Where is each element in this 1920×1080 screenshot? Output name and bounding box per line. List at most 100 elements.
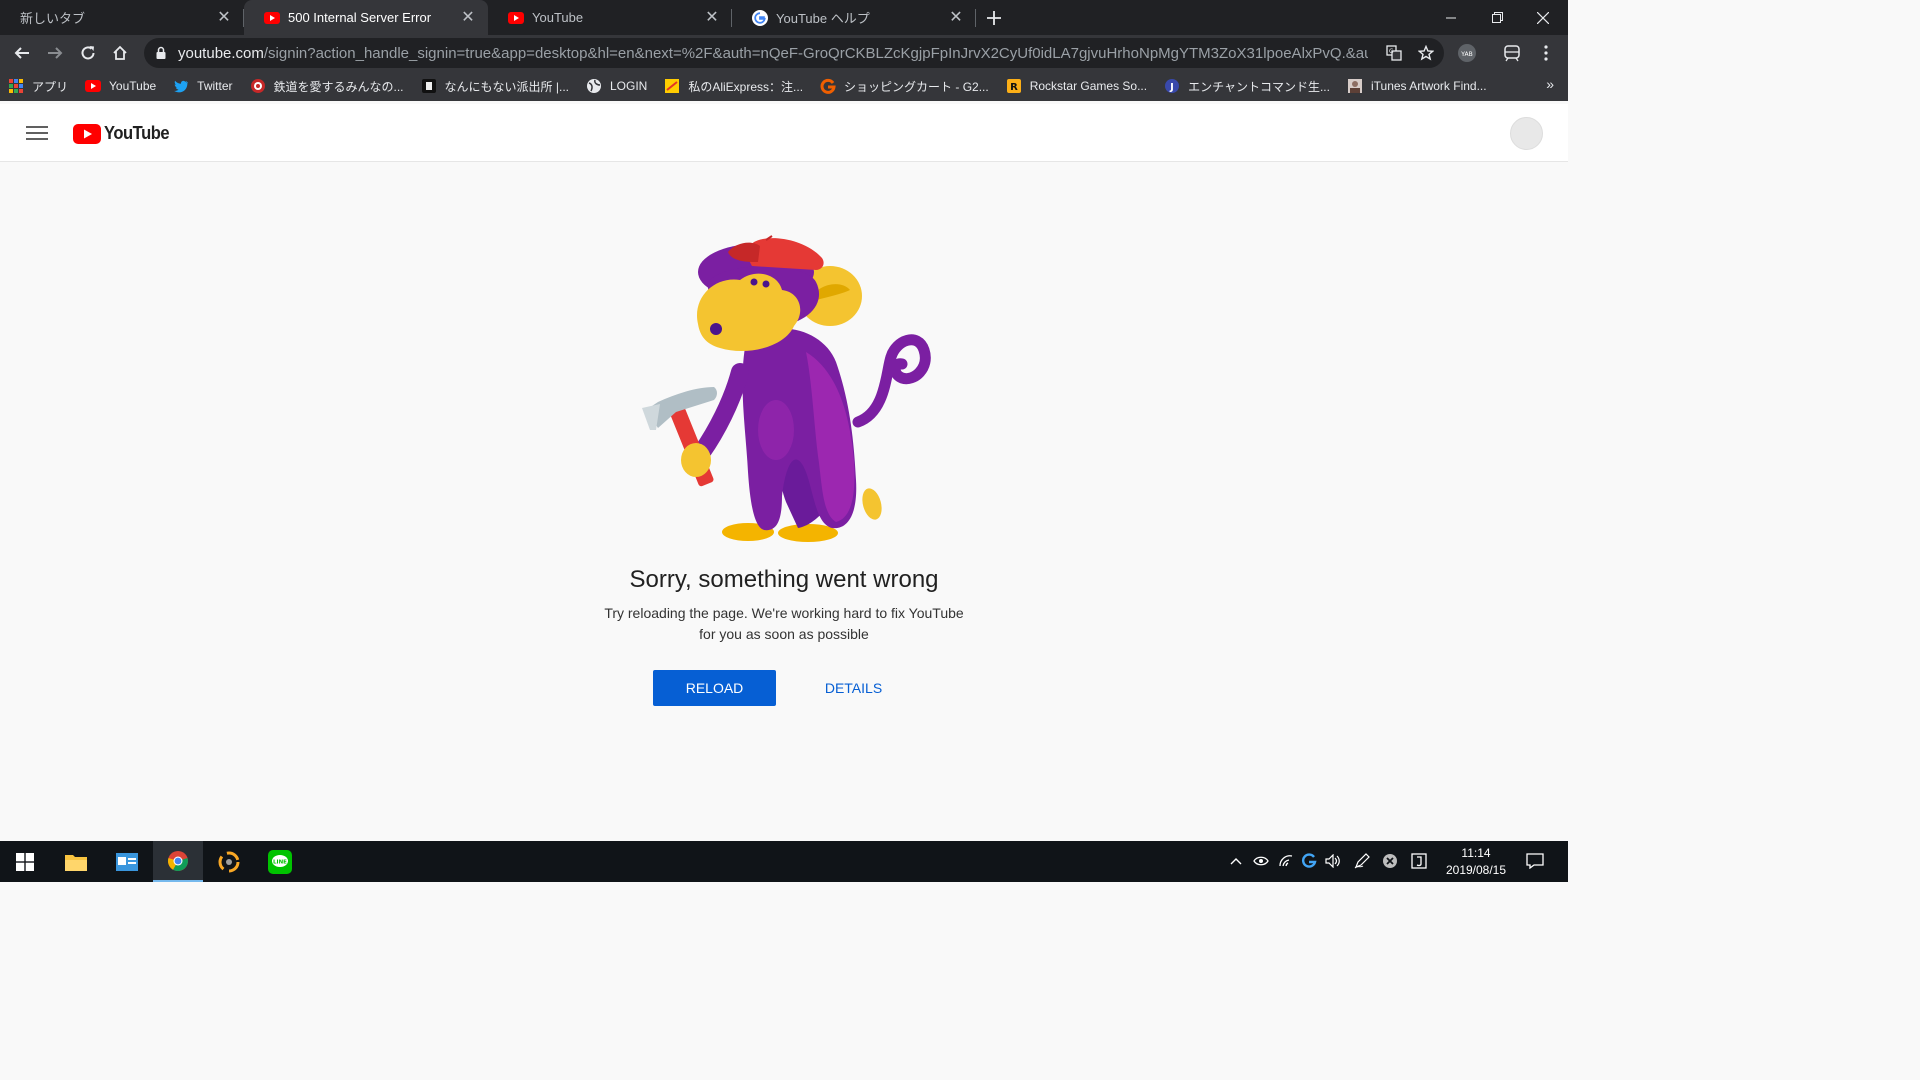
bookmark-label: Twitter [197, 79, 233, 93]
bookmark-youtube[interactable]: YouTube [85, 71, 156, 101]
show-hidden-icons-button[interactable] [1226, 851, 1246, 871]
bookmarks-bar: アプリ YouTube Twitter 鉄道を愛するみんなの... なんにもない… [0, 71, 1568, 101]
error-message-line: Try reloading the page. We're working ha… [604, 605, 964, 621]
extension-button[interactable]: YAB [1453, 39, 1481, 67]
tray-eye-icon[interactable] [1251, 851, 1271, 871]
bookmark-star-button[interactable] [1412, 39, 1440, 67]
windows-logo-icon [16, 852, 34, 871]
media-app-icon [218, 851, 240, 872]
bookmark-twitter[interactable]: Twitter [173, 71, 233, 101]
browser-menu-button[interactable] [1532, 39, 1560, 67]
svg-text:G: G [1389, 48, 1394, 55]
taskbar-media-app[interactable] [204, 841, 254, 882]
site-icon [1347, 79, 1362, 93]
globe-icon [587, 79, 601, 93]
url-text[interactable]: youtube.com/signin?action_handle_signin=… [178, 45, 1368, 62]
monkey-with-hammer-illustration [642, 235, 931, 542]
pen-workspace-icon[interactable] [1352, 851, 1372, 871]
site-icon [250, 79, 265, 93]
bookmark-enchant[interactable]: J エンチャントコマンド生... [1164, 71, 1330, 101]
folder-icon [65, 854, 87, 871]
error-message-line: for you as soon as possible [699, 626, 869, 642]
url-host: youtube.com [178, 44, 264, 62]
bookmark-label: エンチャントコマンド生... [1188, 79, 1330, 94]
ime-icon [1411, 853, 1427, 869]
system-clock[interactable]: 11:14 2019/08/15 [1440, 845, 1512, 879]
tab-youtube-help[interactable]: YouTube ヘルプ ✕ [732, 0, 976, 35]
translate-icon: G [1386, 45, 1402, 61]
site-icon [421, 79, 436, 93]
bookmark-login[interactable]: LOGIN [586, 71, 647, 101]
tab-close-icon[interactable]: ✕ [948, 9, 964, 26]
address-bar[interactable]: youtube.com/signin?action_handle_signin=… [144, 38, 1444, 68]
youtube-icon [85, 80, 102, 92]
forward-button[interactable] [41, 39, 69, 67]
bookmark-label: LOGIN [610, 79, 648, 93]
reload-button[interactable]: RELOAD [653, 670, 776, 706]
back-button[interactable] [8, 39, 36, 67]
tab-close-icon[interactable]: ✕ [216, 9, 232, 26]
svg-text:LINE: LINE [273, 859, 287, 865]
bookmark-police-box[interactable]: なんにもない派出所 |... [421, 71, 569, 101]
tray-app-icon[interactable] [1299, 851, 1319, 871]
bookmark-itunes-artwork[interactable]: iTunes Artwork Find... [1347, 71, 1487, 101]
ime-indicator-icon[interactable] [1409, 851, 1429, 871]
minimize-button[interactable] [1428, 0, 1474, 35]
new-tab-button[interactable] [976, 0, 1012, 35]
taskbar-app-window[interactable] [102, 841, 152, 882]
star-icon [1418, 45, 1434, 61]
taskbar-chrome[interactable] [153, 841, 203, 882]
tab-title: 新しいタブ [20, 11, 86, 26]
tab-new-tab[interactable]: 新しいタブ ✕ [0, 0, 244, 35]
app-window-icon [116, 852, 138, 871]
tab-close-icon[interactable]: ✕ [460, 9, 476, 26]
error-message: Try reloading the page. We're working ha… [584, 603, 984, 645]
tab-close-icon[interactable]: ✕ [704, 9, 720, 26]
apps-grid-icon [9, 79, 23, 93]
translate-button[interactable]: G [1380, 39, 1408, 67]
back-arrow-icon [14, 47, 29, 59]
home-button[interactable] [106, 39, 134, 67]
bookmark-aliexpress[interactable]: 私のAliExpress：注... [664, 71, 803, 101]
browser-toolbar: youtube.com/signin?action_handle_signin=… [0, 35, 1568, 71]
bookmarks-overflow-button[interactable]: » [1546, 76, 1554, 92]
avatar[interactable] [1510, 117, 1543, 150]
reload-page-button[interactable] [74, 39, 102, 67]
rockstar-icon: R [1006, 79, 1021, 93]
twitter-icon [174, 80, 189, 93]
tab-youtube[interactable]: YouTube ✕ [488, 0, 732, 35]
details-button[interactable]: DETAILS [808, 670, 899, 706]
tray-blocked-icon[interactable] [1380, 851, 1400, 871]
taskbar-file-explorer[interactable] [51, 841, 101, 882]
browser-tab-strip: 新しいタブ ✕ 500 Internal Server Error ✕ YouT… [0, 0, 1568, 35]
youtube-masthead: YouTube [0, 104, 1568, 162]
volume-status-icon[interactable] [1323, 851, 1343, 871]
lock-icon[interactable] [154, 46, 168, 60]
bookmark-rockstar[interactable]: R Rockstar Games So... [1006, 71, 1147, 101]
media-extension-button[interactable] [1498, 39, 1526, 67]
g2a-icon [820, 78, 836, 94]
bookmark-label: 私のAliExpress：注... [688, 79, 804, 94]
tab-500-error[interactable]: 500 Internal Server Error ✕ [244, 0, 488, 35]
bookmark-railway[interactable]: 鉄道を愛するみんなの... [250, 71, 404, 101]
action-center-button[interactable] [1525, 851, 1545, 871]
bookmark-apps[interactable]: アプリ [8, 71, 68, 101]
restore-button[interactable] [1474, 0, 1520, 35]
plus-icon [987, 10, 1001, 25]
bookmark-g2a[interactable]: ショッピングカート - G2... [820, 71, 989, 101]
taskbar-line[interactable]: LINE [255, 841, 305, 882]
youtube-logo[interactable]: YouTube [73, 123, 175, 144]
close-window-button[interactable] [1520, 0, 1566, 35]
menu-hamburger-icon[interactable] [26, 126, 48, 142]
youtube-wordmark: YouTube [104, 123, 170, 143]
start-button[interactable] [0, 841, 50, 882]
bookmark-label: YouTube [109, 79, 157, 93]
wifi-status-icon[interactable] [1276, 851, 1296, 871]
bookmark-label: ショッピングカート - G2... [844, 79, 989, 94]
notification-icon [1526, 853, 1544, 869]
eye-icon [1253, 856, 1269, 866]
extension-icon: YAB [1458, 44, 1476, 62]
svg-text:J: J [1169, 82, 1174, 93]
clock-date: 2019/08/15 [1445, 863, 1507, 877]
youtube-icon [264, 11, 280, 24]
